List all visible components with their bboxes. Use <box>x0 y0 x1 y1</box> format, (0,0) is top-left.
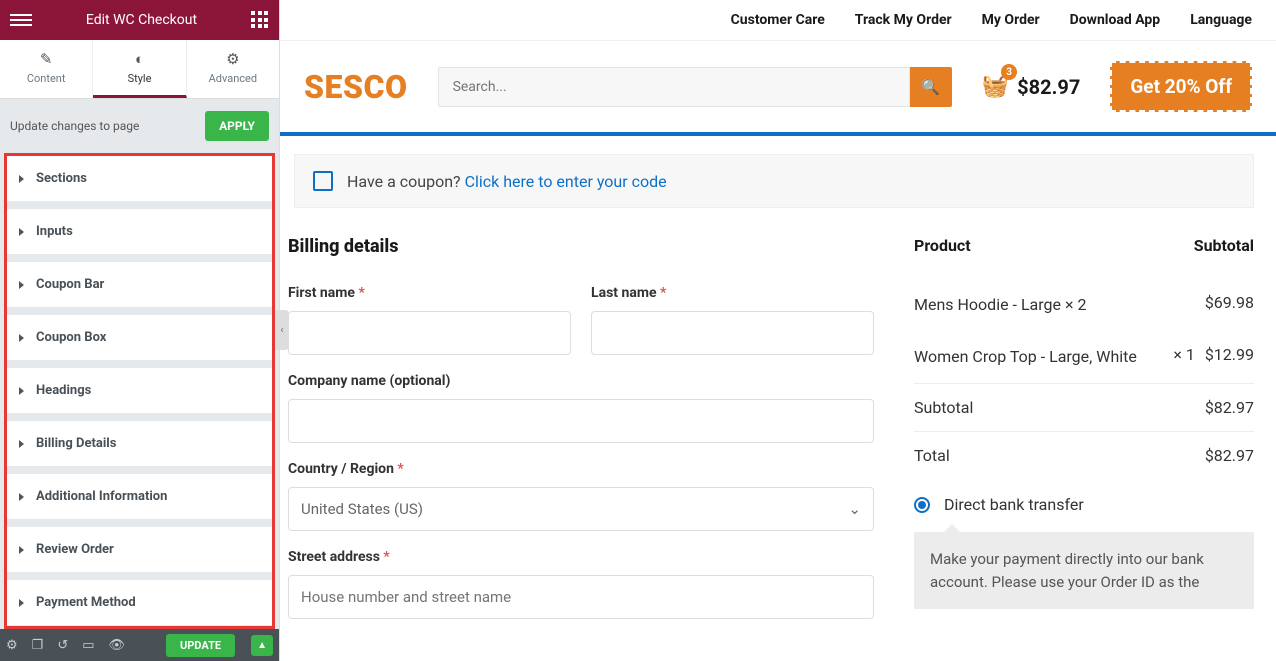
first-name-label: First name * <box>288 285 571 301</box>
section-coupon-box[interactable]: Coupon Box <box>7 315 272 368</box>
apps-icon[interactable] <box>251 11 269 29</box>
nav-customer-care[interactable]: Customer Care <box>731 12 825 28</box>
settings-icon[interactable]: ⚙ <box>6 638 18 653</box>
cart-total: $82.97 <box>1017 75 1080 99</box>
caret-right-icon <box>19 546 24 554</box>
country-group: Country / Region * United States (US) ⌄ <box>288 461 874 531</box>
editor-sidebar: Edit WC Checkout ✎Content ◐Style ⚙Advanc… <box>0 0 280 661</box>
nav-track-order[interactable]: Track My Order <box>855 12 952 28</box>
section-review-order[interactable]: Review Order <box>7 527 272 580</box>
promo-button[interactable]: Get 20% Off <box>1110 61 1252 112</box>
caret-right-icon <box>19 599 24 607</box>
section-coupon-bar[interactable]: Coupon Bar <box>7 262 272 315</box>
first-name-input[interactable] <box>288 311 571 355</box>
last-name-label: Last name * <box>591 285 874 301</box>
company-group: Company name (optional) <box>288 373 874 443</box>
order-summary: Product Subtotal Mens Hoodie - Large × 2… <box>914 236 1254 637</box>
pencil-icon: ✎ <box>0 50 92 68</box>
street-input[interactable] <box>288 575 874 619</box>
order-line-item: Women Crop Top - Large, White × 1 $12.99 <box>914 331 1254 383</box>
billing-form: Billing details First name * Last name *… <box>288 236 874 637</box>
total-row: Total $82.97 <box>914 431 1254 479</box>
section-headings[interactable]: Headings <box>7 368 272 421</box>
style-sections: Sections Inputs Coupon Bar Coupon Box He… <box>4 153 275 629</box>
contrast-icon: ◐ <box>93 50 185 68</box>
gear-icon: ⚙ <box>187 50 279 68</box>
country-select[interactable]: United States (US) ⌄ <box>288 487 874 531</box>
order-line-item: Mens Hoodie - Large × 2 $69.98 <box>914 279 1254 331</box>
storefront-header: SESCO 🔍 🧺3 $82.97 Get 20% Off <box>280 41 1276 132</box>
payment-option-bank[interactable]: Direct bank transfer <box>914 495 1254 514</box>
caret-right-icon <box>19 175 24 183</box>
street-label: Street address * <box>288 549 874 565</box>
search-button[interactable]: 🔍 <box>910 67 952 107</box>
coupon-bar: Have a coupon? Click here to enter your … <box>294 154 1254 208</box>
menu-icon[interactable] <box>10 9 32 31</box>
section-additional-info[interactable]: Additional Information <box>7 474 272 527</box>
update-button[interactable]: UPDATE <box>166 634 235 657</box>
caret-right-icon <box>19 440 24 448</box>
product-header: Product <box>914 236 971 255</box>
logo[interactable]: SESCO <box>304 68 408 106</box>
subtotal-row: Subtotal $82.97 <box>914 383 1254 431</box>
caret-right-icon <box>19 281 24 289</box>
payment-description: Make your payment directly into our bank… <box>914 532 1254 609</box>
chevron-down-icon: ⌄ <box>848 500 861 518</box>
responsive-icon[interactable]: ▭ <box>82 638 94 653</box>
radio-icon <box>914 497 930 513</box>
country-label: Country / Region * <box>288 461 874 477</box>
basket-icon: 🧺3 <box>982 74 1009 99</box>
caret-right-icon <box>19 387 24 395</box>
coupon-text: Have a coupon? Click here to enter your … <box>347 172 667 191</box>
nav-download-app[interactable]: Download App <box>1070 12 1161 28</box>
tab-content[interactable]: ✎Content <box>0 40 93 98</box>
top-nav: Customer Care Track My Order My Order Do… <box>280 0 1276 41</box>
collapse-sidebar-handle[interactable]: ‹ <box>275 310 289 350</box>
last-name-input[interactable] <box>591 311 874 355</box>
billing-heading: Billing details <box>288 236 874 257</box>
coupon-link[interactable]: Click here to enter your code <box>465 172 667 191</box>
preview-icon[interactable]: 👁 <box>109 638 126 653</box>
sidebar-footer: ⚙ ❐ ↺ ▭ 👁 UPDATE ▲ <box>0 629 279 661</box>
search-form: 🔍 <box>438 67 952 107</box>
coupon-icon <box>313 171 333 191</box>
payment-methods: Direct bank transfer Make your payment d… <box>914 495 1254 609</box>
subtotal-header: Subtotal <box>1194 236 1254 255</box>
preview-pane: Customer Care Track My Order My Order Do… <box>280 0 1276 661</box>
update-options-button[interactable]: ▲ <box>251 635 273 656</box>
company-input[interactable] <box>288 399 874 443</box>
company-label: Company name (optional) <box>288 373 874 389</box>
checkout-body: Billing details First name * Last name *… <box>280 236 1268 661</box>
history-icon[interactable]: ↺ <box>57 638 68 653</box>
editor-tabs: ✎Content ◐Style ⚙Advanced <box>0 40 279 99</box>
tab-advanced[interactable]: ⚙Advanced <box>187 40 279 98</box>
caret-right-icon <box>19 334 24 342</box>
section-billing-details[interactable]: Billing Details <box>7 421 272 474</box>
nav-language[interactable]: Language <box>1190 12 1252 28</box>
caret-right-icon <box>19 493 24 501</box>
cart-count-badge: 3 <box>1001 64 1017 80</box>
search-icon: 🔍 <box>921 78 940 96</box>
editor-title: Edit WC Checkout <box>86 12 197 28</box>
first-name-group: First name * <box>288 285 571 355</box>
search-input[interactable] <box>438 67 910 107</box>
last-name-group: Last name * <box>591 285 874 355</box>
apply-row: Update changes to page APPLY <box>0 99 279 153</box>
section-inputs[interactable]: Inputs <box>7 209 272 262</box>
section-sections[interactable]: Sections <box>7 156 272 209</box>
accent-bar <box>280 132 1276 136</box>
street-group: Street address * <box>288 549 874 619</box>
caret-right-icon <box>19 228 24 236</box>
nav-my-order[interactable]: My Order <box>982 12 1040 28</box>
apply-label: Update changes to page <box>10 119 139 133</box>
apply-button[interactable]: APPLY <box>205 111 269 141</box>
cart-widget[interactable]: 🧺3 $82.97 <box>982 74 1081 99</box>
tab-style[interactable]: ◐Style <box>93 40 186 98</box>
summary-header: Product Subtotal <box>914 236 1254 255</box>
section-payment-method[interactable]: Payment Method <box>7 580 272 629</box>
sidebar-header: Edit WC Checkout <box>0 0 279 40</box>
navigator-icon[interactable]: ❐ <box>32 638 44 653</box>
